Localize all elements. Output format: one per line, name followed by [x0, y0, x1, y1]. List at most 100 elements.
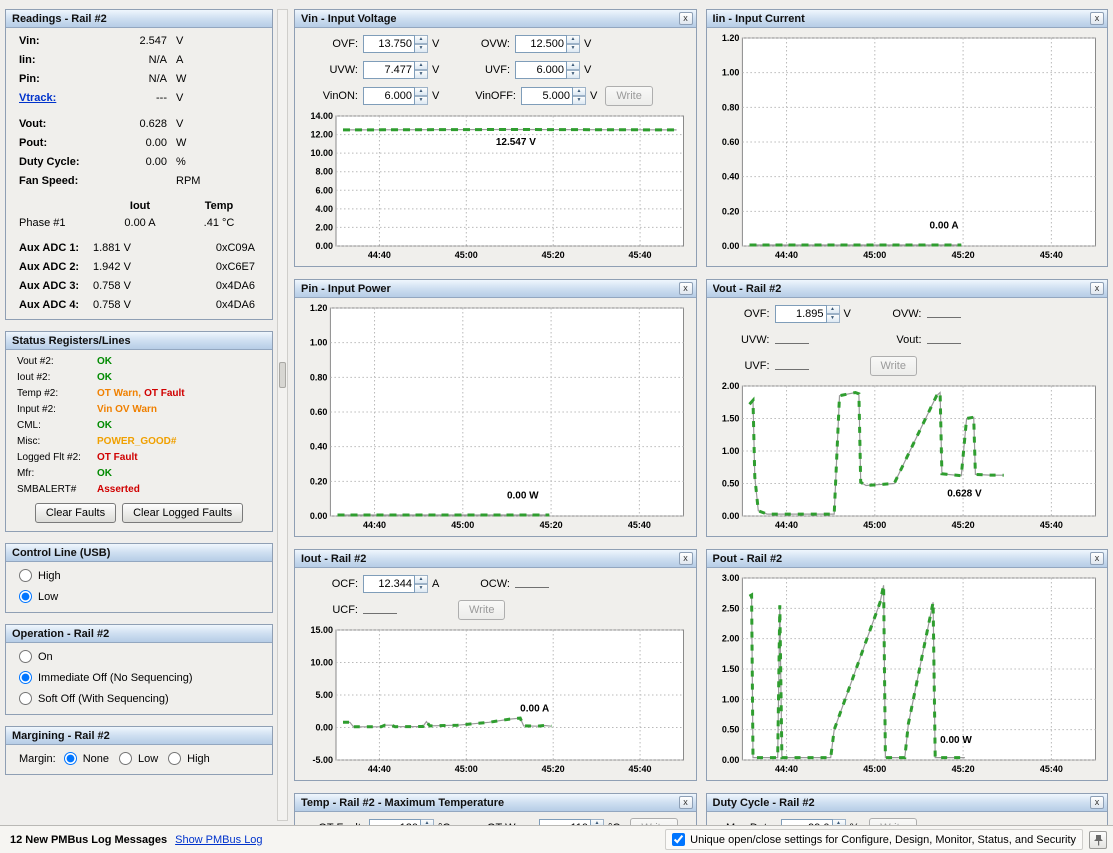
pin-button[interactable]: [1089, 830, 1107, 849]
scrollbar-thumb[interactable]: [279, 362, 286, 388]
write-button[interactable]: Write: [869, 356, 917, 376]
svg-text:0.00 W: 0.00 W: [507, 491, 539, 502]
clear-faults-button[interactable]: Clear Faults: [34, 503, 117, 523]
ovw-label: OVW:: [892, 308, 922, 320]
iin-panel-title: Iin - Input Current: [712, 12, 805, 25]
vout-vout-input[interactable]: [926, 330, 961, 344]
status-row: Iout #2: OK: [11, 369, 267, 385]
write-button[interactable]: Write: [458, 600, 506, 620]
svg-text:0.00 A: 0.00 A: [929, 221, 958, 232]
svg-text:12.00: 12.00: [310, 130, 333, 140]
reading-row-pin: Pin: N/A W: [11, 69, 267, 88]
svg-text:0.40: 0.40: [721, 172, 739, 182]
svg-text:0.20: 0.20: [721, 206, 739, 216]
vout-ovf-input[interactable]: [774, 305, 827, 323]
reading-row-duty: Duty Cycle: 0.00 %: [11, 152, 267, 171]
spin-down-icon[interactable]: ▼: [415, 70, 428, 79]
iin-panel-header: Iin - Input Current x: [706, 10, 1107, 28]
spin-up-icon[interactable]: ▲: [415, 61, 428, 70]
spin-up-icon[interactable]: ▲: [415, 35, 428, 44]
aux-value: 1.881 V: [93, 241, 131, 254]
close-icon[interactable]: x: [678, 282, 693, 295]
write-button[interactable]: Write: [605, 86, 653, 106]
iout-ucf-input[interactable]: [363, 600, 397, 614]
vout-label: Vout:: [896, 334, 922, 346]
vin-on-input[interactable]: [363, 87, 415, 105]
margin-low-radio[interactable]: [118, 752, 132, 765]
svg-text:44:40: 44:40: [368, 764, 391, 774]
spin-up-icon[interactable]: ▲: [415, 575, 428, 584]
show-pmbus-log-link[interactable]: Show PMBus Log: [175, 834, 262, 846]
spinner[interactable]: ▲▼: [415, 35, 428, 53]
vin-off-input[interactable]: [521, 87, 573, 105]
aux-hex: 0xC6E7: [215, 260, 255, 273]
reading-value: 0.00: [145, 136, 167, 149]
ovw-label: OVW:: [480, 38, 510, 50]
svg-text:45:20: 45:20: [540, 520, 563, 530]
spin-down-icon[interactable]: ▼: [573, 96, 586, 105]
close-icon[interactable]: x: [678, 796, 693, 809]
control-high-radio[interactable]: [19, 569, 32, 582]
pin-chart: 0.00 0.20 0.40 0.60 0.80 1.00 1.20 44:40 45:00 45…: [300, 303, 691, 531]
iout-ocf-input[interactable]: [363, 575, 415, 593]
vout-uvw-input[interactable]: [774, 330, 809, 344]
svg-text:44:40: 44:40: [775, 250, 798, 260]
phase-iout: 0.00 A: [124, 216, 156, 229]
spin-down-icon[interactable]: ▼: [415, 96, 428, 105]
unit-label: V: [432, 38, 440, 50]
spinner[interactable]: ▲▼: [567, 61, 580, 79]
spinner[interactable]: ▲▼: [573, 87, 586, 105]
spinner[interactable]: ▲▼: [567, 35, 580, 53]
iout-ocw-input[interactable]: [515, 574, 549, 588]
iin-panel-body: 0.00 0.20 0.40 0.60 0.80 1.00 1.20 44:40 45:00 45…: [707, 28, 1108, 266]
close-icon[interactable]: x: [1090, 796, 1104, 809]
svg-text:44:40: 44:40: [775, 764, 798, 774]
spinner[interactable]: ▲▼: [826, 305, 840, 323]
margin-high-radio[interactable]: [168, 752, 182, 765]
operation-soft-off-radio[interactable]: [19, 692, 32, 705]
vout-uvf-input[interactable]: [774, 356, 809, 370]
reading-value: N/A: [148, 53, 167, 66]
vin-uvw-input[interactable]: [363, 61, 415, 79]
clear-logged-faults-button[interactable]: Clear Logged Faults: [122, 503, 244, 523]
spin-down-icon[interactable]: ▼: [415, 44, 428, 53]
control-low-radio[interactable]: [19, 590, 32, 603]
spin-up-icon[interactable]: ▲: [573, 87, 586, 96]
reading-unit: V: [176, 91, 184, 104]
margin-none-radio[interactable]: [63, 752, 77, 765]
close-icon[interactable]: x: [678, 12, 693, 25]
vout-panel-title: Vout - Rail #2: [712, 282, 782, 295]
spin-down-icon[interactable]: ▼: [826, 314, 840, 323]
operation-immediate-off-radio[interactable]: [19, 671, 32, 684]
spin-down-icon[interactable]: ▼: [567, 44, 580, 53]
status-label: Mfr:: [17, 467, 35, 479]
spinner[interactable]: ▲▼: [415, 87, 428, 105]
operation-on-radio[interactable]: [19, 650, 32, 663]
spin-down-icon[interactable]: ▼: [567, 70, 580, 79]
unique-settings-checkbox[interactable]: [672, 833, 686, 846]
operation-on-label: On: [38, 650, 53, 663]
spin-up-icon[interactable]: ▲: [415, 87, 428, 96]
pout-panel-title: Pout - Rail #2: [712, 552, 783, 565]
vtrack-link[interactable]: Vtrack:: [19, 92, 111, 104]
spin-up-icon[interactable]: ▲: [826, 305, 840, 314]
status-label: Vout #2:: [17, 355, 54, 367]
close-icon[interactable]: x: [1090, 12, 1104, 25]
vin-ovw-input[interactable]: [515, 35, 567, 53]
left-pane-scrollbar[interactable]: [277, 9, 288, 821]
spinner[interactable]: ▲▼: [415, 575, 428, 593]
close-icon[interactable]: x: [678, 552, 693, 565]
vin-uvf-input[interactable]: [515, 61, 567, 79]
spin-down-icon[interactable]: ▼: [415, 584, 428, 593]
svg-text:0.00 W: 0.00 W: [940, 735, 972, 746]
status-row: Input #2: Vin OV Warn: [11, 401, 267, 417]
vout-ovw-input[interactable]: [926, 304, 961, 318]
spin-up-icon[interactable]: ▲: [567, 35, 580, 44]
vin-ovf-input[interactable]: [363, 35, 415, 53]
svg-text:6.00: 6.00: [315, 185, 333, 195]
spin-up-icon[interactable]: ▲: [567, 61, 580, 70]
svg-text:2.00: 2.00: [721, 381, 739, 391]
spinner[interactable]: ▲▼: [415, 61, 428, 79]
close-icon[interactable]: x: [1090, 282, 1104, 295]
close-icon[interactable]: x: [1090, 552, 1104, 565]
